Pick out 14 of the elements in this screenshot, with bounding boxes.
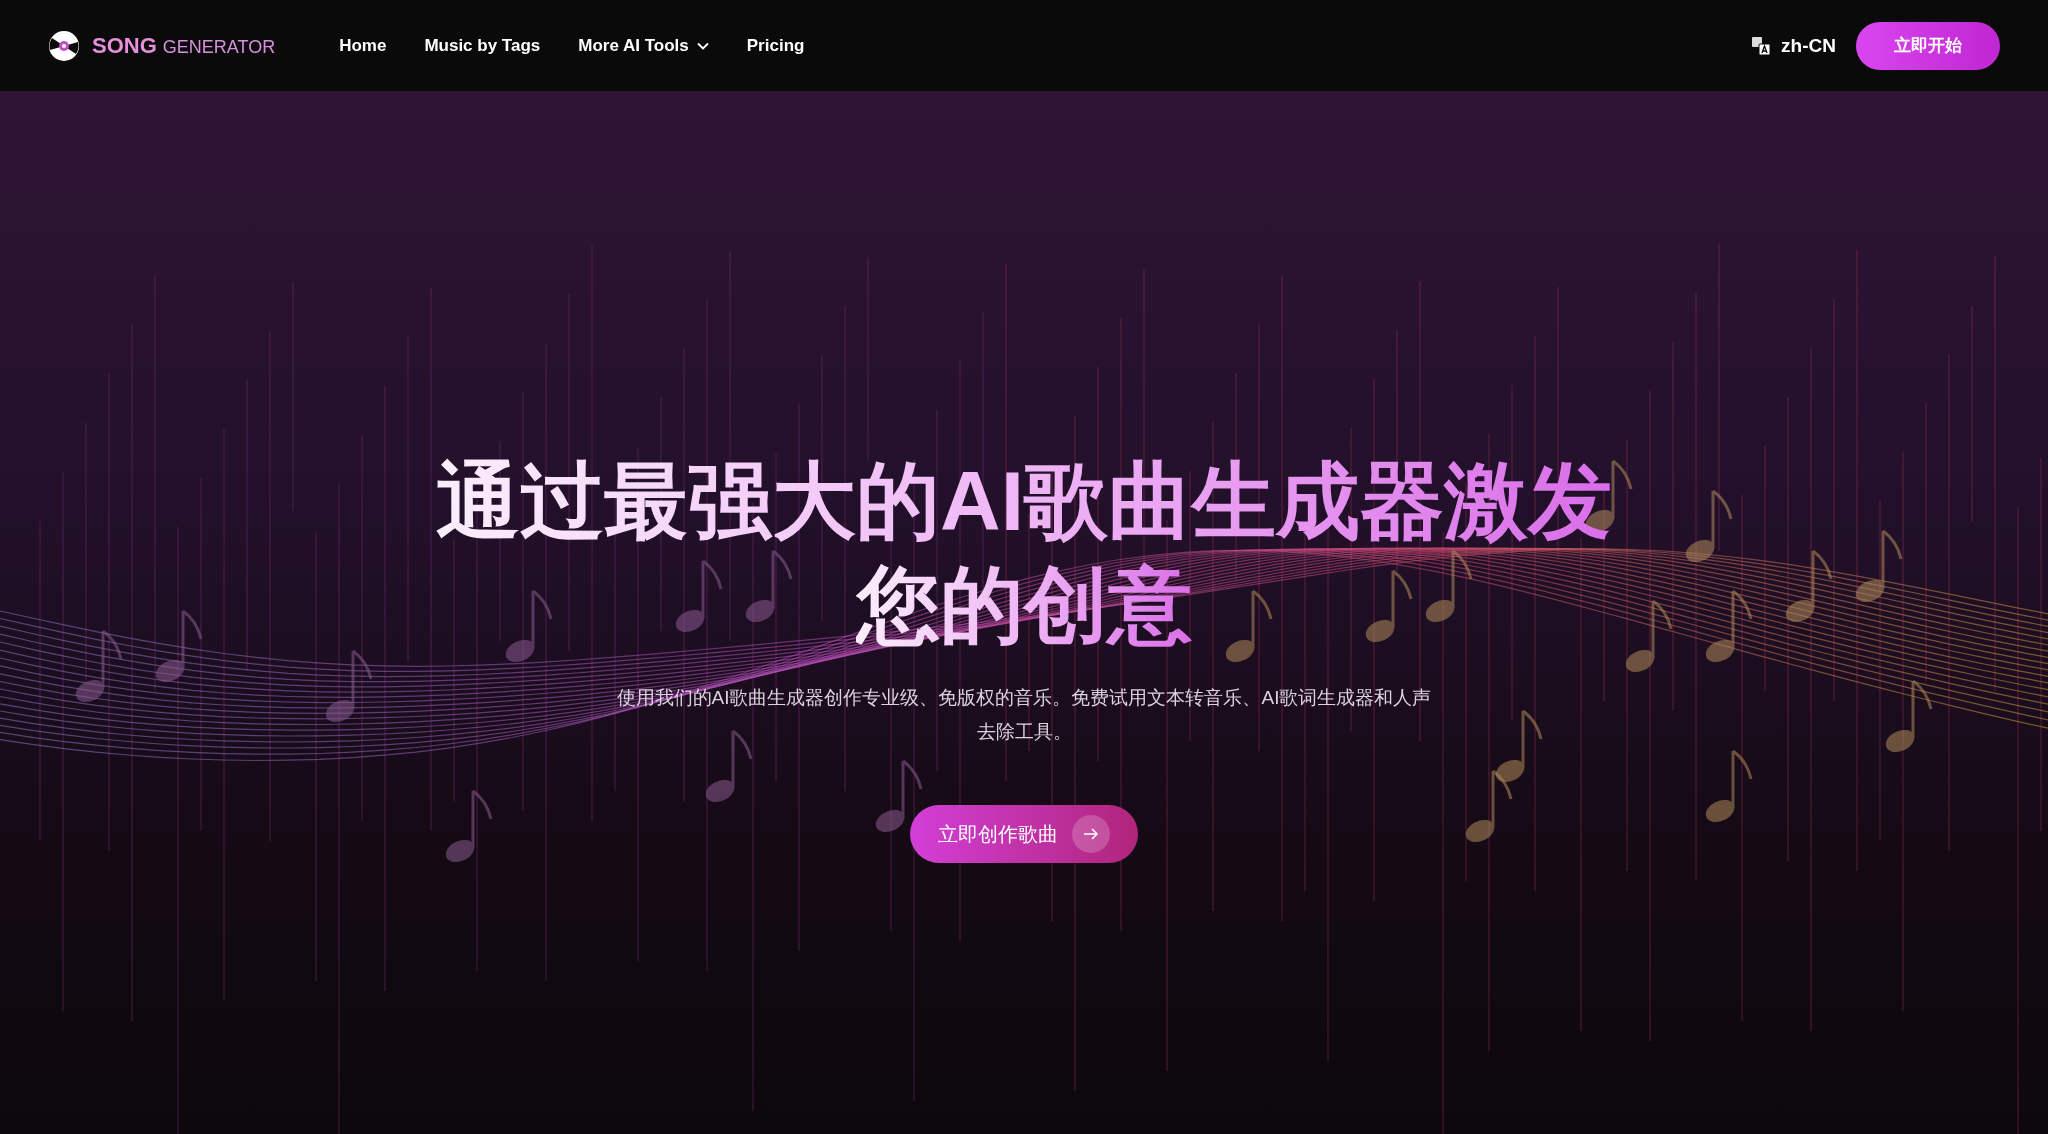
- create-song-button[interactable]: 立即创作歌曲: [910, 805, 1138, 863]
- nav-link[interactable]: Music by Tags: [424, 35, 541, 56]
- logo-text: SONG: [92, 32, 157, 59]
- arrow-right-icon: [1083, 827, 1099, 841]
- start-button[interactable]: 立即开始: [1856, 21, 2000, 70]
- nav-link[interactable]: Home: [339, 35, 387, 56]
- logo-link[interactable]: SONG GENERATOR: [48, 29, 276, 62]
- chevron-down-icon: [696, 41, 709, 50]
- language-selector[interactable]: zh-CN: [1781, 34, 1836, 57]
- nav-link[interactable]: Pricing: [746, 35, 805, 56]
- nav-dropdown[interactable]: More AI Tools: [578, 35, 709, 56]
- logo-text: GENERATOR: [162, 36, 276, 58]
- disc-icon: [48, 29, 80, 62]
- translate-icon[interactable]: [1751, 35, 1772, 56]
